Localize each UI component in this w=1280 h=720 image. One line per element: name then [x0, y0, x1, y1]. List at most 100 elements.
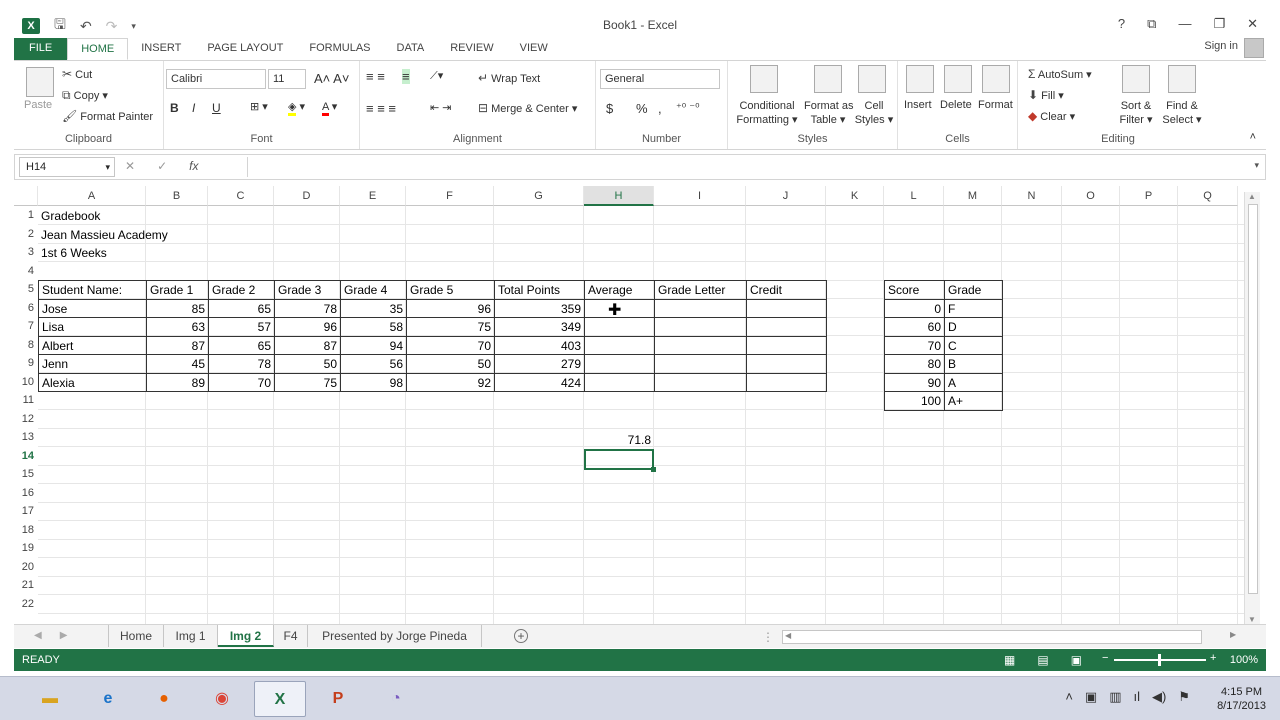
conditional-formatting-icon[interactable]	[750, 65, 778, 93]
borders-icon[interactable]: ⊞ ▾	[250, 100, 268, 113]
table-cell[interactable]: 35	[340, 298, 407, 318]
row-header-7[interactable]: 7	[14, 317, 38, 336]
table-cell-empty[interactable]	[746, 317, 827, 337]
table-cell[interactable]: Jose	[38, 298, 147, 318]
tab-formulas[interactable]: FORMULAS	[296, 38, 383, 60]
table-cell[interactable]: 75	[406, 317, 495, 337]
row-header-20[interactable]: 20	[14, 558, 38, 577]
column-header-o[interactable]: O	[1062, 186, 1120, 206]
powerpoint-icon[interactable]: P	[312, 681, 364, 717]
table-cell[interactable]: 85	[146, 298, 209, 318]
table-cell[interactable]: 87	[146, 335, 209, 355]
scroll-right-icon[interactable]: ▶	[1230, 630, 1236, 639]
table-cell[interactable]: 94	[340, 335, 407, 355]
table-cell-empty[interactable]	[746, 335, 827, 355]
row-header-8[interactable]: 8	[14, 336, 38, 355]
action-center-icon[interactable]: ⚑	[1178, 689, 1190, 705]
table-header-cell[interactable]: Total Points	[494, 280, 585, 300]
column-header-n[interactable]: N	[1002, 186, 1062, 206]
next-sheet-icon[interactable]: ▶	[60, 630, 68, 641]
sheet-tab-img-2[interactable]: Img 2	[218, 625, 274, 647]
expand-formula-bar-icon[interactable]: ▾	[1254, 160, 1259, 171]
paste-button[interactable]: Paste	[24, 99, 52, 111]
column-header-m[interactable]: M	[944, 186, 1002, 206]
table-cell[interactable]: 96	[406, 298, 495, 318]
row-header-21[interactable]: 21	[14, 576, 38, 595]
column-header-p[interactable]: P	[1120, 186, 1178, 206]
name-box[interactable]: H14 ▾	[19, 157, 115, 177]
row-header-5[interactable]: 5	[14, 280, 38, 299]
scroll-down-icon[interactable]: ▼	[1248, 615, 1256, 624]
row-header-6[interactable]: 6	[14, 299, 38, 318]
column-header-j[interactable]: J	[746, 186, 826, 206]
table-cell-empty[interactable]	[746, 372, 827, 392]
table-cell[interactable]: 45	[146, 354, 209, 374]
row-header-14[interactable]: 14	[14, 447, 38, 466]
format-as-table-icon[interactable]	[814, 65, 842, 93]
table-cell[interactable]: 78	[274, 298, 341, 318]
insert-cells-icon[interactable]	[906, 65, 934, 93]
table-cell[interactable]: 57	[208, 317, 275, 337]
internet-explorer-icon[interactable]: e	[82, 681, 134, 717]
table-cell[interactable]: 63	[146, 317, 209, 337]
table-header-cell[interactable]: Average	[584, 280, 655, 300]
row-header-12[interactable]: 12	[14, 410, 38, 429]
column-header-q[interactable]: Q	[1178, 186, 1238, 206]
orientation-icon[interactable]: ⟋▾	[430, 69, 443, 83]
horizontal-scrollbar[interactable]: ◀	[782, 630, 1202, 644]
row-header-17[interactable]: 17	[14, 502, 38, 521]
signal-icon[interactable]: ıl	[1134, 689, 1141, 705]
sort-filter-button[interactable]: Sort & Filter ▾	[1114, 99, 1158, 127]
lookup-score-cell[interactable]: 90	[884, 372, 945, 392]
close-icon[interactable]: ✕	[1247, 16, 1258, 32]
prev-sheet-icon[interactable]: ◀	[34, 630, 42, 641]
table-cell[interactable]: Albert	[38, 335, 147, 355]
lookup-header-score[interactable]: Score	[884, 280, 945, 300]
lookup-grade-cell[interactable]: A+	[944, 391, 1003, 411]
number-format-dropdown[interactable]: General	[600, 69, 720, 89]
table-cell[interactable]: 50	[274, 354, 341, 374]
fill-handle[interactable]	[651, 467, 656, 472]
currency-button[interactable]: $	[606, 101, 613, 116]
grow-font-icon[interactable]: A˄ A˅	[314, 71, 349, 86]
cell-H13[interactable]: 71.8	[585, 431, 654, 450]
table-header-cell[interactable]: Student Name:	[38, 280, 147, 300]
table-cell[interactable]: 96	[274, 317, 341, 337]
font-color-icon[interactable]: A ▾	[322, 100, 337, 116]
table-header-cell[interactable]: Credit	[746, 280, 827, 300]
table-cell-empty[interactable]	[654, 372, 747, 392]
add-sheet-icon[interactable]: +	[514, 629, 528, 643]
table-cell[interactable]: 424	[494, 372, 585, 392]
volume-icon[interactable]: ◀)	[1152, 689, 1166, 705]
column-header-k[interactable]: K	[826, 186, 884, 206]
table-cell[interactable]: 65	[208, 298, 275, 318]
table-cell[interactable]: Alexia	[38, 372, 147, 392]
table-cell-empty[interactable]	[584, 354, 655, 374]
page-break-view-icon[interactable]: ▣	[1071, 653, 1082, 667]
file-explorer-icon[interactable]: ▬	[24, 681, 76, 717]
chrome-icon[interactable]: ◉	[196, 681, 248, 717]
scroll-left-icon[interactable]: ◀	[785, 631, 791, 640]
fill-button[interactable]: ⬇ Fill ▾	[1028, 88, 1064, 102]
delete-cells-button[interactable]: Delete	[940, 99, 972, 111]
column-header-h[interactable]: H	[584, 186, 654, 206]
underline-button[interactable]: U	[212, 101, 221, 115]
cell-styles-icon[interactable]	[858, 65, 886, 93]
format-cells-button[interactable]: Format	[978, 99, 1013, 111]
tab-home[interactable]: HOME	[67, 38, 129, 60]
tab-page-layout[interactable]: PAGE LAYOUT	[194, 38, 296, 60]
table-header-cell[interactable]: Grade 1	[146, 280, 209, 300]
table-cell-empty[interactable]	[584, 372, 655, 392]
cancel-entry-icon[interactable]: ✕	[125, 159, 135, 173]
table-cell[interactable]: 70	[406, 335, 495, 355]
column-header-i[interactable]: I	[654, 186, 746, 206]
insert-function-icon[interactable]: fx	[189, 159, 198, 173]
cell-A1[interactable]: Gradebook	[38, 207, 198, 226]
cut-button[interactable]: ✂ Cut	[62, 67, 92, 81]
row-header-9[interactable]: 9	[14, 354, 38, 373]
cell-styles-button[interactable]: Cell Styles ▾	[854, 99, 894, 127]
table-header-cell[interactable]: Grade 3	[274, 280, 341, 300]
row-header-22[interactable]: 22	[14, 595, 38, 614]
table-cell[interactable]: 58	[340, 317, 407, 337]
excel-icon[interactable]: X	[254, 681, 306, 717]
